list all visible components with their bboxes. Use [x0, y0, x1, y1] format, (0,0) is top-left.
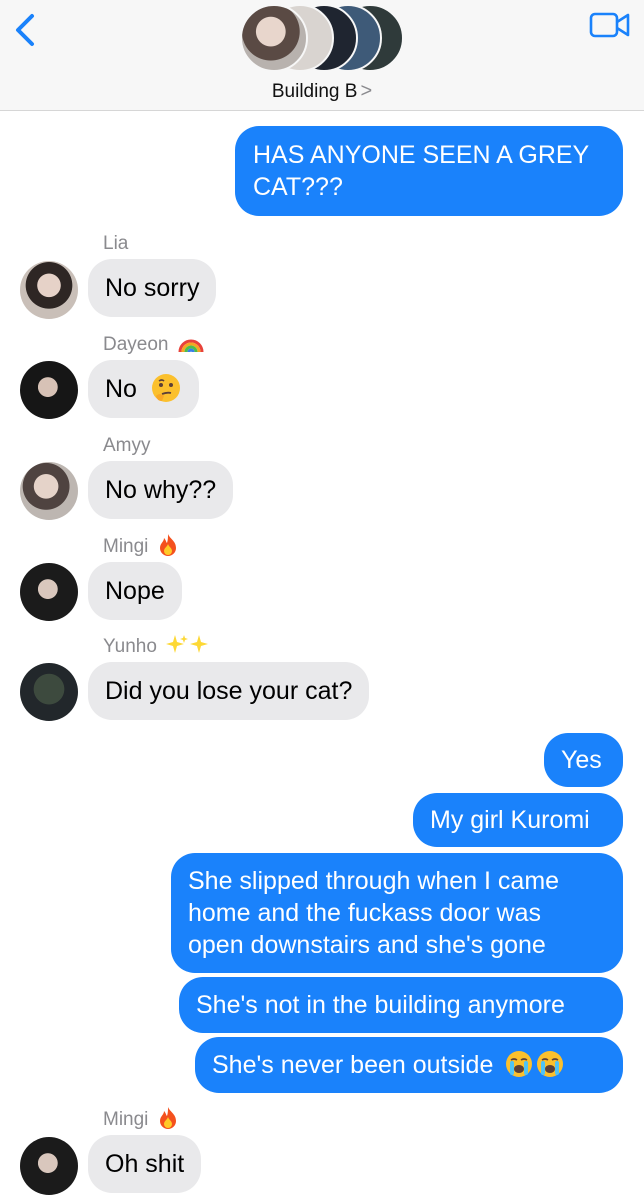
incoming-message[interactable]: No sorry — [88, 259, 217, 317]
sender-name-text: Dayeon — [103, 334, 169, 355]
group-name-label: Building B — [271, 81, 358, 102]
message-text: No why?? — [105, 476, 217, 504]
message-text-line: She slipped through when I came — [188, 867, 560, 895]
sender-name: Dayeon — [103, 334, 205, 356]
outgoing-message[interactable]: My girl Kuromi — [413, 793, 623, 847]
sender-name: Lia — [103, 233, 129, 254]
group-avatar-stack[interactable] — [240, 4, 404, 74]
thinking-face-icon — [151, 373, 180, 402]
incoming-message[interactable]: Did you lose your cat? — [88, 662, 370, 720]
incoming-message[interactable]: No why?? — [88, 461, 234, 519]
outgoing-message[interactable]: She slipped through when I came home and… — [171, 853, 623, 973]
outgoing-message[interactable]: She's never been outside — [195, 1037, 623, 1093]
message-text: My girl Kuromi — [430, 806, 590, 834]
sender-name: Mingi — [103, 1106, 179, 1131]
video-call-button[interactable] — [588, 10, 632, 40]
outgoing-message[interactable]: She's not in the building anymore — [179, 977, 623, 1033]
message-text: Nope — [105, 577, 165, 605]
fire-icon — [159, 533, 176, 556]
sender-name-text: Yunho — [103, 636, 157, 657]
avatar[interactable] — [20, 663, 78, 721]
loudly-crying-face-icon — [537, 1050, 564, 1077]
group-avatar — [240, 4, 308, 72]
avatar[interactable] — [20, 563, 78, 621]
message-text: No — [105, 375, 137, 403]
message-text: Yes — [561, 746, 602, 774]
chevron-left-icon — [16, 14, 34, 46]
sparkles-icon — [166, 634, 209, 653]
outgoing-message[interactable]: HAS ANYONE SEEN A GREY CAT??? — [235, 126, 623, 216]
fire-icon — [159, 1106, 176, 1129]
chevron-right-icon: > — [360, 80, 373, 102]
avatar[interactable] — [20, 1137, 78, 1195]
avatar[interactable] — [20, 462, 78, 520]
message-text: Did you lose your cat? — [105, 677, 353, 705]
sender-name: Yunho — [103, 634, 213, 658]
sender-name: Mingi — [103, 533, 179, 558]
conversation-header: Building B > — [0, 0, 644, 111]
sender-name-text: Mingi — [103, 1109, 149, 1130]
incoming-message[interactable]: No — [88, 360, 199, 418]
incoming-message[interactable]: Nope — [88, 562, 182, 620]
group-name[interactable]: Building B > — [0, 80, 644, 103]
message-text-line: CAT??? — [253, 173, 343, 201]
message-text: No sorry — [105, 274, 200, 302]
sender-name: Amyy — [103, 435, 151, 456]
video-camera-icon — [589, 12, 630, 38]
message-text-line: open downstairs and she's gone — [188, 931, 546, 959]
avatar[interactable] — [20, 361, 78, 419]
rainbow-icon — [178, 339, 204, 353]
message-text: She's not in the building anymore — [196, 991, 565, 1019]
message-text-line: HAS ANYONE SEEN A GREY — [253, 141, 590, 169]
outgoing-message[interactable]: Yes — [544, 733, 623, 787]
incoming-message[interactable]: Oh shit — [88, 1135, 202, 1193]
message-text-line: home and the fuckass door was — [188, 899, 541, 927]
back-button[interactable] — [10, 8, 40, 52]
avatar[interactable] — [20, 261, 78, 319]
loudly-crying-face-icon — [506, 1050, 533, 1077]
sender-name-text: Mingi — [103, 536, 149, 557]
message-text: She's never been outside — [212, 1051, 494, 1079]
message-text: Oh shit — [105, 1150, 185, 1178]
